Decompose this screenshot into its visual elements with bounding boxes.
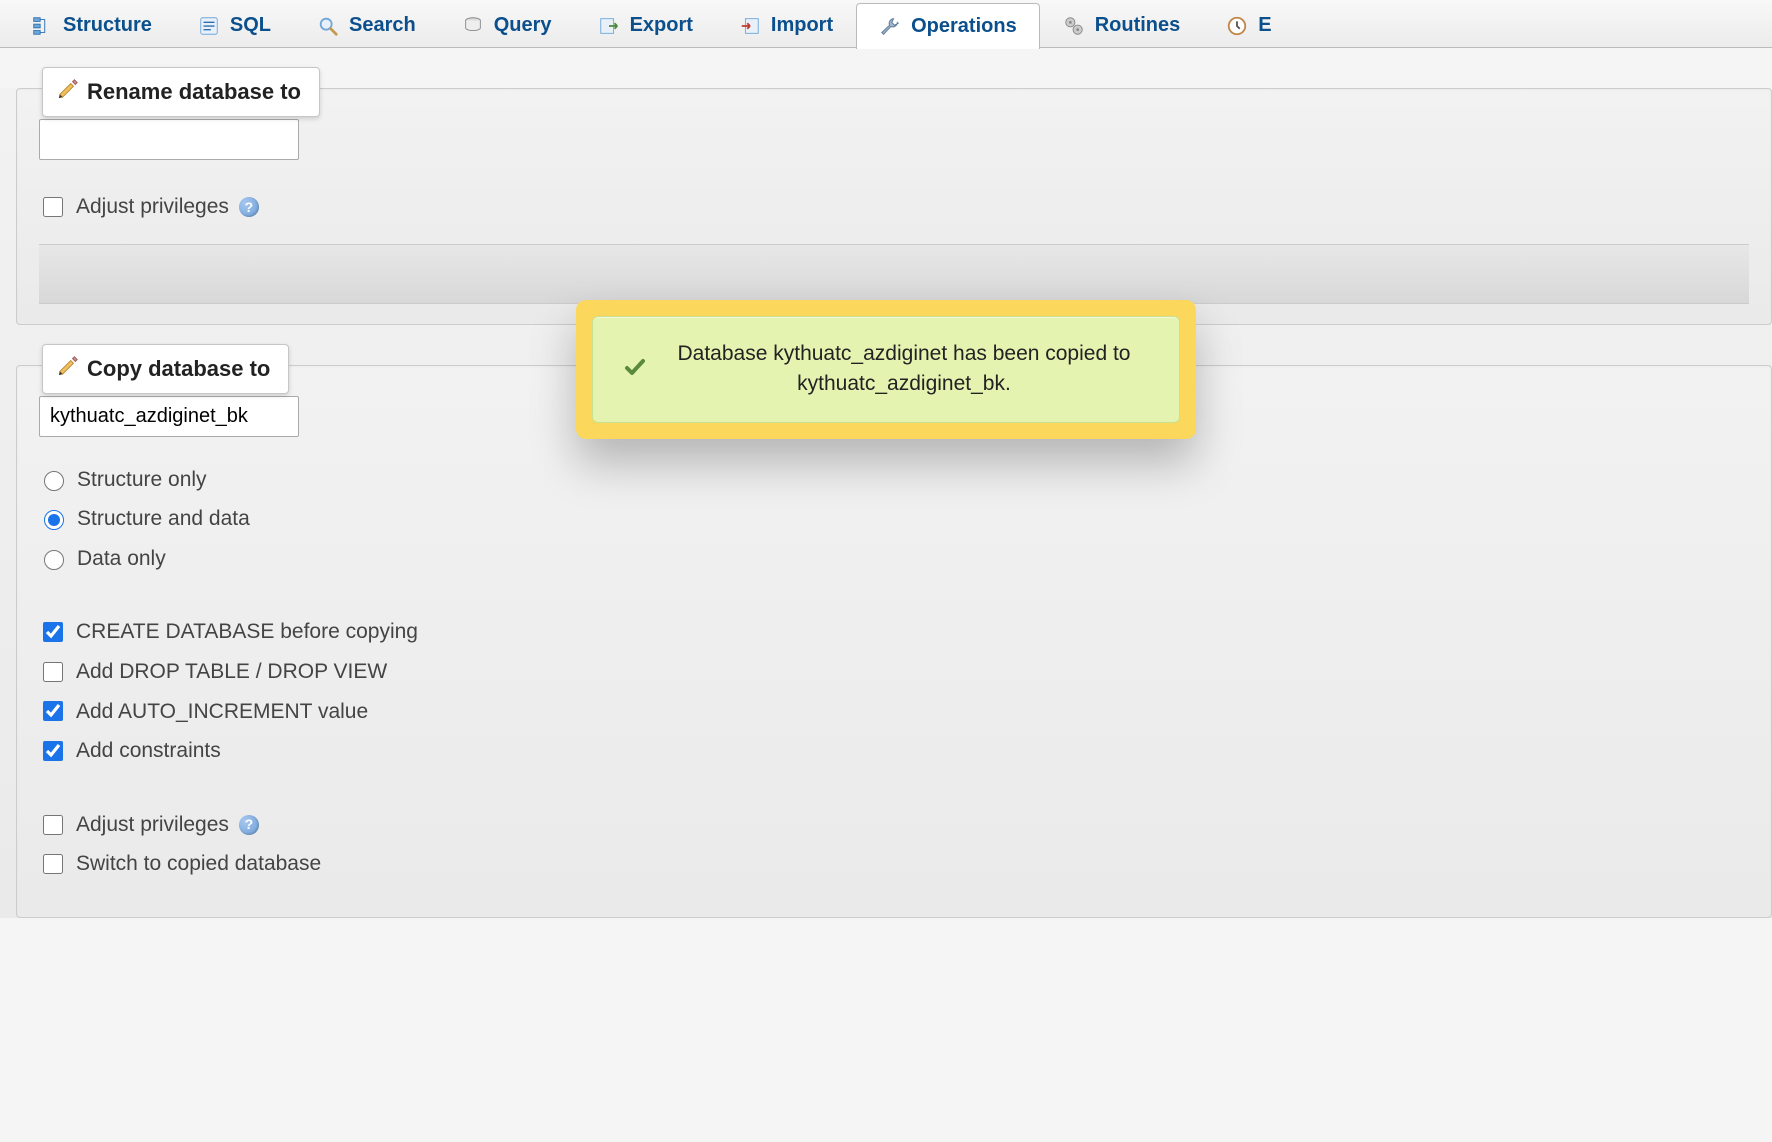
export-icon bbox=[598, 15, 620, 37]
top-tabs: Structure SQL Search Query Export Import bbox=[0, 0, 1772, 48]
chk-drop-table[interactable] bbox=[43, 662, 63, 682]
structure-icon bbox=[31, 15, 53, 37]
radio-structure-and-data[interactable] bbox=[44, 510, 64, 530]
tab-operations[interactable]: Operations bbox=[856, 3, 1040, 49]
chk-copy-adjust-privileges[interactable] bbox=[43, 815, 63, 835]
content-area: Rename database to Adjust privileges ? C… bbox=[0, 88, 1772, 918]
tab-label: Query bbox=[494, 14, 552, 37]
tab-label: Export bbox=[630, 14, 693, 37]
rename-adjust-privileges-checkbox[interactable] bbox=[43, 197, 63, 217]
tab-label: E bbox=[1258, 14, 1271, 37]
chk-create-db[interactable] bbox=[43, 622, 63, 642]
notice-inner: Database kythuatc_azdiginet has been cop… bbox=[592, 316, 1180, 423]
radio-data-only[interactable] bbox=[44, 550, 64, 570]
tab-routines[interactable]: Routines bbox=[1040, 2, 1204, 48]
tab-structure[interactable]: Structure bbox=[8, 2, 175, 48]
chk-switch-to-copied[interactable] bbox=[43, 854, 63, 874]
success-notice: Database kythuatc_azdiginet has been cop… bbox=[576, 300, 1196, 439]
chk-drop-table-label: Add DROP TABLE / DROP VIEW bbox=[76, 655, 387, 689]
tab-import[interactable]: Import bbox=[716, 2, 856, 48]
copy-database-panel: Copy database to Structure only Structur… bbox=[16, 365, 1772, 918]
rename-database-panel: Rename database to Adjust privileges ? bbox=[16, 88, 1772, 325]
notice-message: Database kythuatc_azdiginet has been cop… bbox=[659, 339, 1149, 400]
tab-events[interactable]: E bbox=[1203, 2, 1294, 48]
chk-auto-increment[interactable] bbox=[43, 701, 63, 721]
wrench-icon bbox=[879, 16, 901, 38]
radio-structure-only[interactable] bbox=[44, 471, 64, 491]
check-icon bbox=[623, 355, 647, 384]
chk-constraints-label: Add constraints bbox=[76, 734, 221, 768]
help-icon[interactable]: ? bbox=[239, 815, 259, 835]
pencil-icon bbox=[57, 355, 79, 383]
pencil-icon bbox=[57, 78, 79, 106]
chk-constraints[interactable] bbox=[43, 741, 63, 761]
rename-adjust-privileges-label: Adjust privileges bbox=[76, 190, 229, 224]
rename-action-bar bbox=[39, 244, 1749, 304]
query-icon bbox=[462, 15, 484, 37]
tab-label: Import bbox=[771, 14, 833, 37]
help-icon[interactable]: ? bbox=[239, 197, 259, 217]
copy-legend-text: Copy database to bbox=[87, 356, 270, 382]
chk-create-db-label: CREATE DATABASE before copying bbox=[76, 615, 418, 649]
chk-copy-adjust-privileges-label: Adjust privileges bbox=[76, 808, 229, 842]
rename-input[interactable] bbox=[39, 119, 299, 160]
tab-label: Operations bbox=[911, 15, 1017, 38]
tab-label: Structure bbox=[63, 14, 152, 37]
radio-structure-only-label: Structure only bbox=[77, 463, 207, 497]
chk-switch-to-copied-label: Switch to copied database bbox=[76, 847, 321, 881]
rename-legend-text: Rename database to bbox=[87, 79, 301, 105]
tab-export[interactable]: Export bbox=[575, 2, 716, 48]
copy-dbname-input[interactable] bbox=[39, 396, 299, 437]
chk-auto-increment-label: Add AUTO_INCREMENT value bbox=[76, 695, 368, 729]
import-icon bbox=[739, 15, 761, 37]
tab-query[interactable]: Query bbox=[439, 2, 575, 48]
tab-label: Routines bbox=[1095, 14, 1181, 37]
tab-label: SQL bbox=[230, 14, 271, 37]
gears-icon bbox=[1063, 15, 1085, 37]
tab-sql[interactable]: SQL bbox=[175, 2, 294, 48]
rename-legend: Rename database to bbox=[42, 67, 320, 117]
sql-icon bbox=[198, 15, 220, 37]
radio-structure-and-data-label: Structure and data bbox=[77, 502, 250, 536]
radio-data-only-label: Data only bbox=[77, 542, 166, 576]
clock-icon bbox=[1226, 15, 1248, 37]
tab-search[interactable]: Search bbox=[294, 2, 439, 48]
copy-legend: Copy database to bbox=[42, 344, 289, 394]
search-icon bbox=[317, 15, 339, 37]
tab-label: Search bbox=[349, 14, 416, 37]
